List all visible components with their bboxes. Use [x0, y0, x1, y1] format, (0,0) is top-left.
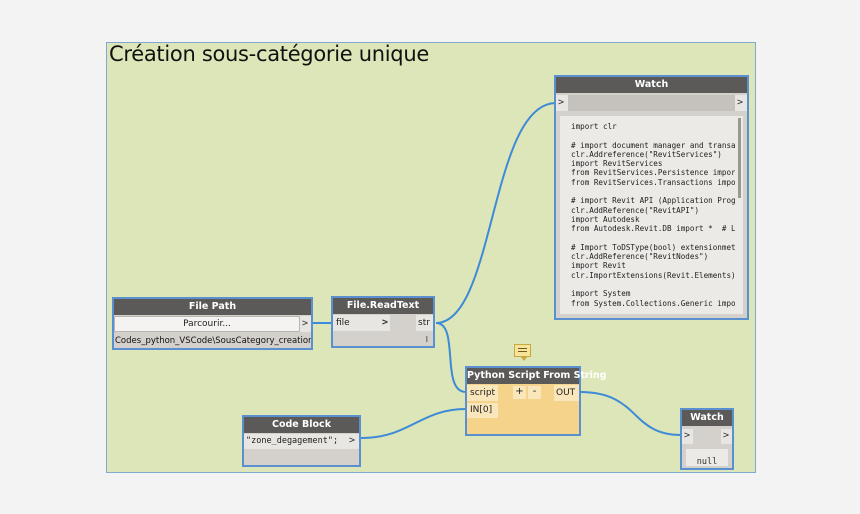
watch-output-panel[interactable]: import clr # import document manager and …	[560, 116, 743, 314]
python-script-node[interactable]: Python Script From String script IN[0] +…	[465, 366, 607, 436]
lacing-indicator: l	[425, 335, 428, 344]
code-line: clr.AddReference("RevitNodes")	[571, 252, 709, 262]
node-title: Watch	[556, 77, 747, 93]
port-area	[568, 95, 735, 111]
input-port-in0[interactable]: IN[0]	[467, 403, 498, 418]
watch-node-small[interactable]: Watch > > null	[680, 408, 734, 470]
input-port-file[interactable]: file >	[333, 315, 390, 331]
output-port-str[interactable]: str	[416, 315, 433, 331]
input-port[interactable]: >	[682, 429, 693, 444]
code-line: clr.ImportExtensions(Revit.Elements)	[571, 270, 735, 280]
output-port[interactable]: >	[721, 429, 732, 444]
group-title: Création sous-catégorie unique	[109, 42, 429, 66]
watch-node-large[interactable]: Watch > > import clr # import document ma…	[554, 75, 749, 320]
code-line: # import document manager and transac	[571, 140, 735, 150]
code-line: from System.Collections.Generic impor	[571, 298, 735, 308]
code-line: import System	[571, 289, 631, 299]
code-line: from RevitServices.Transactions impor	[571, 177, 735, 187]
code-line: import Revit	[571, 261, 626, 271]
node-title: File Path	[114, 299, 311, 315]
input-port-script[interactable]: script	[467, 385, 498, 401]
code-line: import RevitServices	[571, 159, 663, 169]
output-port[interactable]: >	[735, 95, 747, 111]
node-title: File.ReadText	[333, 298, 433, 314]
file-read-text-node[interactable]: File.ReadText file > str l	[331, 296, 435, 348]
browse-button[interactable]: Parcourir...	[114, 316, 300, 332]
input-port[interactable]: >	[556, 95, 568, 111]
code-line: clr.AddReference("RevitAPI")	[571, 205, 700, 215]
output-port[interactable]: >	[347, 434, 359, 449]
file-path-value: Codes_python_VSCode\SousCategory_creatio…	[115, 336, 311, 346]
preview-bubble-icon[interactable]	[514, 344, 531, 361]
remove-input-button[interactable]: -	[528, 386, 541, 399]
output-port-out[interactable]: OUT	[554, 385, 579, 401]
code-block-node[interactable]: Code Block "zone_degagement"; >	[242, 415, 361, 467]
scrollbar-thumb[interactable]	[738, 118, 741, 198]
code-line: from RevitServices.Persistence import	[571, 168, 735, 178]
add-input-button[interactable]: +	[513, 386, 526, 399]
code-line: import Autodesk	[571, 214, 640, 224]
code-line: clr.Addreference("RevitServices")	[571, 149, 722, 159]
watch-value-panel: null	[686, 449, 728, 467]
code-line: from Autodesk.Revit.DB import * # L	[571, 224, 735, 234]
node-title: Python Script From String	[467, 368, 607, 384]
file-path-node[interactable]: File Path Parcourir... > Codes_python_VS…	[112, 297, 313, 350]
code-line: import clr	[571, 122, 617, 131]
node-title: Code Block	[244, 417, 359, 433]
code-editor[interactable]: "zone_degagement";	[244, 434, 347, 449]
output-port[interactable]: >	[300, 316, 311, 332]
chevron-right-icon: >	[382, 317, 389, 328]
code-line: # import Revit API (Application Progr	[571, 196, 735, 206]
code-line: # Import ToDSType(bool) extensionmeth	[571, 242, 735, 252]
node-title: Watch	[682, 410, 732, 426]
